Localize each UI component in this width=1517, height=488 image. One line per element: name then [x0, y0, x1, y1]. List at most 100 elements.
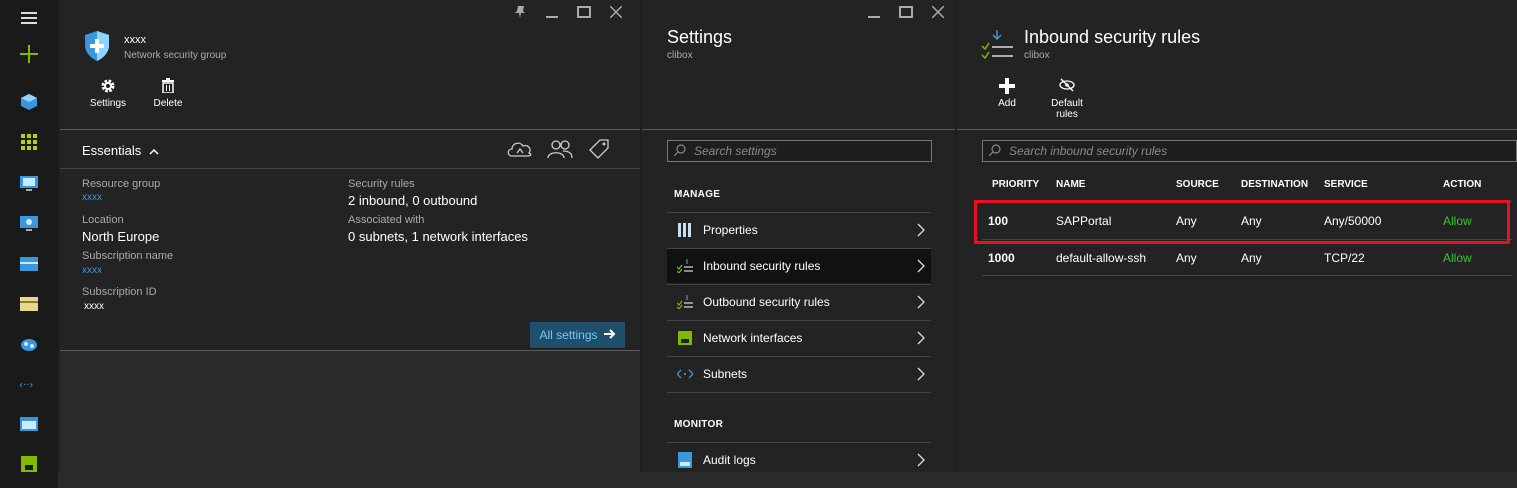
bottom-scroll-area [58, 472, 1517, 488]
close-icon[interactable] [930, 4, 946, 20]
resource-cube-icon[interactable] [0, 84, 58, 120]
close-icon[interactable] [608, 4, 624, 20]
menu-item-network-interfaces[interactable]: Network interfaces [667, 320, 931, 355]
cloud-upload-icon[interactable] [506, 138, 534, 165]
menu-item-label: Outbound security rules [703, 295, 830, 309]
header-divider [957, 129, 1517, 130]
search-placeholder: Search settings [694, 144, 777, 158]
subscription-icon[interactable] [0, 286, 58, 322]
menu-item-subnets[interactable]: Subnets [667, 356, 931, 391]
settings-button[interactable]: Settings [88, 78, 128, 109]
menu-item-label: Subnets [703, 367, 748, 381]
menu-item-label: Audit logs [703, 453, 756, 467]
blade-subtitle: Network security group [124, 50, 227, 61]
blade-title: Settings [667, 27, 733, 47]
outbound-rules-icon [677, 294, 693, 310]
cell-priority: 1000 [988, 251, 1015, 265]
dashboard-grid-icon[interactable] [0, 124, 58, 160]
column-header-destination[interactable]: DESTINATION [1241, 179, 1308, 190]
cloud-service-icon[interactable] [0, 206, 58, 242]
monitor-icon[interactable] [0, 406, 58, 442]
svg-text:‹··›: ‹··› [19, 380, 33, 389]
essentials-divider [60, 168, 640, 169]
search-settings-input[interactable]: Search settings [667, 140, 932, 162]
column-header-name[interactable]: NAME [1056, 179, 1085, 190]
settings-blade: Settings clibox Search settings MANAGE P… [642, 0, 955, 472]
resource-group-link[interactable]: xxxx [82, 192, 102, 203]
menu-item-inbound-security-rules[interactable]: Inbound security rules [667, 248, 931, 283]
add-label: Add [998, 98, 1016, 109]
left-navigation: ‹··› [0, 0, 58, 488]
tag-icon[interactable] [586, 138, 612, 165]
subscription-name-link[interactable]: xxxx [82, 265, 102, 276]
default-rules-label-line1: Default [1051, 98, 1083, 109]
header-divider [60, 129, 640, 130]
minimize-icon[interactable] [866, 4, 882, 20]
search-icon [988, 143, 1003, 159]
inbound-rules-blade: Inbound security rules clibox Add Defaul… [957, 0, 1517, 472]
add-button[interactable]: Add [991, 78, 1023, 109]
maximize-icon[interactable] [898, 4, 914, 20]
location-value: North Europe [82, 229, 160, 244]
window-controls [866, 4, 946, 20]
properties-icon [677, 222, 693, 238]
window-controls [512, 4, 624, 20]
subscription-id-value: xxxx [84, 301, 104, 312]
default-rules-label-line2: rules [1056, 109, 1078, 120]
cell-service: TCP/22 [1324, 251, 1365, 265]
header-divider [642, 129, 955, 130]
security-rules-label: Security rules [348, 178, 415, 190]
menu-item-outbound-security-rules[interactable]: Outbound security rules [667, 284, 931, 319]
chevron-up-icon [149, 143, 159, 158]
virtual-machine-icon[interactable] [0, 166, 58, 202]
column-header-action[interactable]: ACTION [1443, 179, 1481, 190]
pin-icon[interactable] [512, 4, 528, 20]
shield-icon [85, 31, 109, 66]
all-settings-button[interactable]: All settings [530, 322, 625, 348]
cell-action: Allow [1443, 251, 1472, 265]
associated-with-value: 0 subnets, 1 network interfaces [348, 229, 528, 244]
menu-item-label: Network interfaces [703, 331, 803, 345]
chevron-right-icon [917, 295, 925, 312]
column-header-service[interactable]: SERVICE [1324, 179, 1368, 190]
search-rules-input[interactable]: Search inbound security rules [982, 140, 1517, 162]
menu-item-properties[interactable]: Properties [667, 212, 931, 247]
nsg-blade: xxxx Network security group Settings Del… [60, 0, 640, 472]
security-rules-value: 2 inbound, 0 outbound [348, 193, 478, 208]
empty-area [60, 351, 640, 472]
arrow-right-icon [603, 328, 616, 342]
location-label: Location [82, 214, 124, 226]
hamburger-menu-icon[interactable] [0, 0, 58, 36]
new-plus-icon[interactable] [0, 36, 58, 72]
cell-source: Any [1176, 251, 1197, 265]
search-icon [673, 143, 688, 159]
all-settings-label: All settings [539, 328, 598, 342]
table-row-divider [982, 275, 1512, 276]
gear-icon [88, 78, 128, 94]
network-interface-icon[interactable] [0, 446, 58, 482]
default-rules-button[interactable]: Default rules [1045, 78, 1089, 120]
column-header-source[interactable]: SOURCE [1176, 179, 1219, 190]
subnets-icon [677, 366, 693, 382]
audit-logs-icon [677, 452, 693, 468]
chevron-right-icon [917, 331, 925, 348]
column-header-priority[interactable]: PRIORITY [992, 179, 1039, 190]
app-service-icon[interactable] [0, 326, 58, 362]
users-icon[interactable] [546, 138, 574, 165]
virtual-network-icon[interactable]: ‹··› [0, 366, 58, 402]
delete-button[interactable]: Delete [148, 78, 188, 109]
subscription-id-label: Subscription ID [82, 286, 157, 298]
minimize-icon[interactable] [544, 4, 560, 20]
maximize-icon[interactable] [576, 4, 592, 20]
essentials-toggle[interactable]: Essentials [82, 143, 159, 158]
chevron-right-icon [917, 367, 925, 384]
cell-destination: Any [1241, 251, 1262, 265]
blade-title: Inbound security rules [1024, 27, 1201, 47]
blade-subtitle: clibox [667, 50, 693, 61]
essentials-label: Essentials [82, 143, 142, 158]
associated-with-label: Associated with [348, 214, 425, 226]
table-row[interactable]: 1000 default-allow-ssh Any Any TCP/22 Al… [982, 240, 1512, 276]
storage-icon[interactable] [0, 246, 58, 282]
cell-name: default-allow-ssh [1056, 251, 1147, 265]
monitor-section-header: MONITOR [674, 419, 724, 430]
